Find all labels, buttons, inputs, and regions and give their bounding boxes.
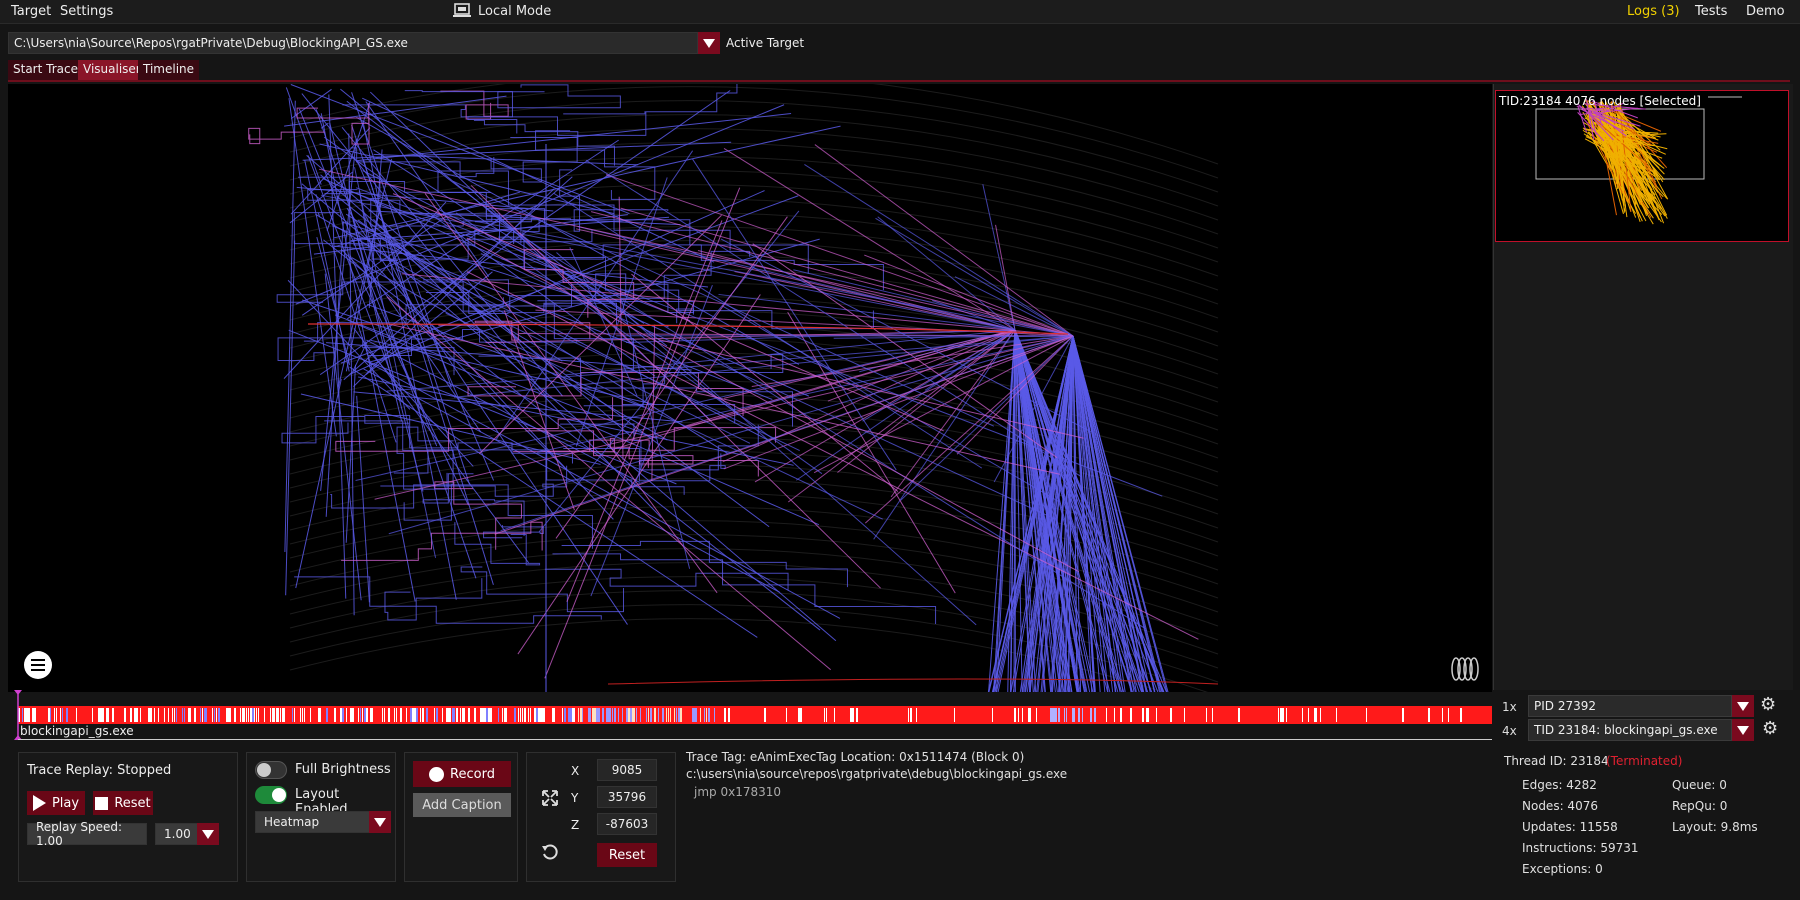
layout-enabled-toggle[interactable] bbox=[255, 786, 287, 804]
laptop-icon bbox=[453, 3, 471, 17]
local-mode-indicator[interactable]: Local Mode bbox=[452, 3, 551, 19]
thread-id: Thread ID: 23184 bbox=[1504, 754, 1609, 768]
trace-tag-line: Trace Tag: eAnimExecTag Location: 0x1511… bbox=[686, 750, 1025, 764]
record-button[interactable]: Record bbox=[413, 761, 511, 787]
pid-count: 1x bbox=[1502, 700, 1517, 714]
graph-preview-thumbnail[interactable] bbox=[1495, 90, 1789, 242]
chevron-down-icon bbox=[374, 817, 386, 827]
layout-time: Layout: 9.8ms bbox=[1672, 820, 1758, 834]
menu-logs[interactable]: Logs (3) bbox=[1627, 4, 1680, 19]
menu-target[interactable]: Target bbox=[11, 4, 51, 19]
replay-speed-label: Replay Speed: 1.00 bbox=[27, 820, 147, 848]
y-label: Y bbox=[571, 791, 579, 805]
target-path-field[interactable]: C:\Users\nia\Source\Repos\rgatPrivate\De… bbox=[8, 32, 698, 54]
tid-dropdown-button[interactable] bbox=[1732, 719, 1754, 741]
pid-select[interactable]: PID 27392 bbox=[1528, 695, 1732, 717]
play-label: Play bbox=[51, 795, 80, 811]
play-button[interactable]: Play bbox=[27, 791, 85, 815]
x-label: X bbox=[571, 764, 580, 778]
chevron-down-icon bbox=[703, 38, 715, 48]
render-mode-dropdown-button[interactable] bbox=[369, 811, 391, 833]
camera-z-field[interactable]: -87603 bbox=[597, 813, 657, 835]
tab-underline bbox=[8, 80, 1790, 82]
rotate-reset-icon[interactable] bbox=[541, 843, 559, 861]
full-brightness-label: Full Brightness bbox=[295, 762, 391, 777]
camera-x-field[interactable]: 9085 bbox=[597, 759, 657, 781]
tid-select[interactable]: TID 23184: blockingapi_gs.exe bbox=[1528, 719, 1732, 741]
chevron-down-icon bbox=[1737, 725, 1749, 735]
trace-module-path: c:\users\nia\source\repos\rgatprivate\de… bbox=[686, 767, 1068, 781]
repqu-count: RepQu: 0 bbox=[1672, 799, 1728, 813]
preview-canvas bbox=[1535, 96, 1742, 225]
gear-icon[interactable]: ⚙ bbox=[1762, 718, 1778, 739]
queue-count: Queue: 0 bbox=[1672, 778, 1727, 792]
target-dropdown-button[interactable] bbox=[698, 32, 720, 54]
camera-y-field[interactable]: 35796 bbox=[597, 786, 657, 808]
replay-panel: Trace Replay: Stopped Play Reset Replay … bbox=[18, 752, 238, 882]
gears-icon[interactable]: ⚙ bbox=[1760, 694, 1776, 715]
record-label: Record bbox=[450, 766, 495, 782]
reset-replay-label: Reset bbox=[114, 795, 151, 811]
record-icon bbox=[429, 766, 445, 782]
add-caption-button[interactable]: Add Caption bbox=[413, 793, 511, 817]
spring-icon[interactable] bbox=[1450, 656, 1482, 682]
menu-demo[interactable]: Demo bbox=[1746, 4, 1785, 19]
menubar: Target Settings Local Mode Logs (3) Test… bbox=[0, 0, 1800, 24]
updates-count: Updates: 11558 bbox=[1522, 820, 1618, 834]
graph-canvas[interactable] bbox=[8, 84, 1492, 692]
chevron-down-icon bbox=[202, 829, 214, 839]
timeline-canvas[interactable] bbox=[18, 706, 1492, 724]
pid-dropdown-button[interactable] bbox=[1732, 695, 1754, 717]
replay-speed-dropdown-button[interactable] bbox=[197, 823, 219, 845]
menu-tests[interactable]: Tests bbox=[1695, 4, 1727, 19]
timeline-label: blockingapi_gs.exe bbox=[18, 724, 1492, 740]
reset-replay-button[interactable]: Reset bbox=[93, 791, 153, 815]
render-mode-select[interactable]: Heatmap bbox=[255, 811, 377, 833]
edges-count: Edges: 4282 bbox=[1522, 778, 1597, 792]
trace-instruction: jmp 0x178310 bbox=[694, 785, 781, 799]
tid-count: 4x bbox=[1502, 724, 1517, 738]
replay-timeline[interactable] bbox=[18, 706, 1492, 724]
display-panel: Full Brightness Layout Enabled Heatmap bbox=[246, 752, 396, 882]
hamburger-menu-icon[interactable] bbox=[24, 651, 52, 679]
menu-settings[interactable]: Settings bbox=[60, 4, 113, 19]
tab-timeline[interactable]: Timeline bbox=[138, 60, 200, 80]
fit-to-screen-icon[interactable] bbox=[541, 789, 559, 807]
camera-panel: X 9085 Y 35796 Z -87603 Reset bbox=[526, 752, 676, 882]
replay-speed-select[interactable]: 1.00 bbox=[155, 823, 199, 845]
camera-reset-button[interactable]: Reset bbox=[597, 843, 657, 867]
instructions-count: Instructions: 59731 bbox=[1522, 841, 1639, 855]
graph-visualiser[interactable] bbox=[8, 84, 1492, 692]
thread-status: (Terminated) bbox=[1606, 754, 1683, 768]
preview-label: TID:23184 4076 nodes [Selected] bbox=[1499, 94, 1701, 108]
play-icon bbox=[32, 795, 46, 811]
local-mode-label: Local Mode bbox=[478, 3, 552, 19]
replay-status: Trace Replay: Stopped bbox=[27, 763, 172, 778]
chevron-down-icon bbox=[1737, 701, 1749, 711]
tab-visualiser[interactable]: Visualiser bbox=[78, 60, 146, 80]
stop-icon bbox=[95, 796, 109, 810]
tab-start-trace[interactable]: Start Trace bbox=[8, 60, 83, 80]
full-brightness-toggle[interactable] bbox=[255, 761, 287, 779]
nodes-count: Nodes: 4076 bbox=[1522, 799, 1598, 813]
z-label: Z bbox=[571, 818, 580, 832]
active-target-label: Active Target bbox=[726, 36, 805, 50]
record-panel: Record Add Caption bbox=[404, 752, 518, 882]
exceptions-count: Exceptions: 0 bbox=[1522, 862, 1603, 876]
